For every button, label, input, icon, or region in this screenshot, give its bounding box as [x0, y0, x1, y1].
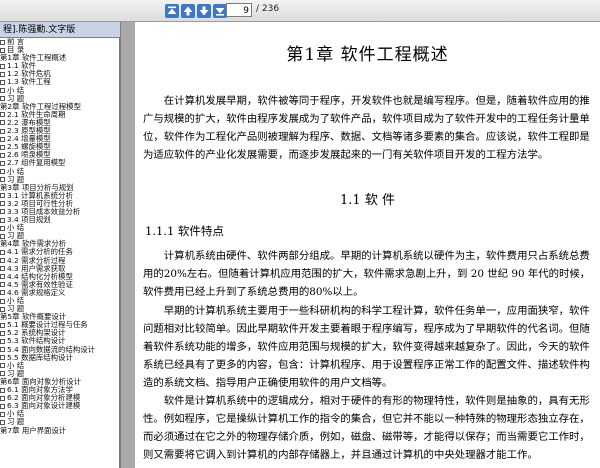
bookmark-node-icon	[0, 249, 5, 255]
bookmark-node-icon	[0, 47, 5, 53]
bookmark-node-icon	[0, 169, 5, 174]
bookmark-node-icon	[0, 387, 5, 393]
bookmark-node-icon	[0, 144, 5, 150]
bookmark-node-icon	[0, 63, 5, 69]
bookmark-node-icon	[0, 395, 5, 401]
bookmark-node-icon	[0, 338, 5, 344]
bookmark-node-icon	[0, 363, 5, 369]
bookmark-node-icon	[0, 152, 5, 158]
bookmark-node-icon	[0, 233, 5, 239]
chapter-title: 第1章 软件工程概述	[286, 45, 449, 65]
bookmark-node-icon	[0, 136, 5, 142]
bookmark-node-icon	[0, 355, 5, 361]
bookmark-node-icon	[0, 306, 5, 312]
bookmark-node-icon	[0, 209, 5, 215]
toc-item-label: 第7章 用户界面设计	[0, 425, 67, 435]
body-paragraph-2: 早期的计算机系统主要用于一些科研机构的科学工程计算，软件任务单一，应用面狭窄，软…	[143, 305, 590, 389]
toc-item[interactable]: 第7章 用户界面设计	[0, 425, 119, 435]
document-page: 第1章 软件工程概述 在计算机发展早期，软件被等同于程序，开发软件也就是编写程序…	[135, 22, 600, 468]
bookmark-node-icon	[0, 160, 5, 166]
bookmark-node-icon	[0, 128, 5, 134]
bookmark-node-icon	[0, 225, 5, 231]
bookmark-node-icon	[0, 201, 5, 207]
first-page-icon[interactable]	[164, 3, 180, 19]
bookmark-node-icon	[0, 290, 5, 296]
bookmark-node-icon	[0, 330, 5, 336]
bookmark-node-icon	[0, 71, 5, 77]
previous-page-icon[interactable]	[180, 3, 196, 19]
page-number-input[interactable]: 9	[226, 3, 252, 17]
bookmark-node-icon	[0, 120, 5, 126]
bookmark-node-icon	[0, 298, 5, 304]
bookmark-node-icon	[0, 419, 5, 425]
bookmark-node-icon	[0, 177, 5, 183]
intro-paragraph: 在计算机发展早期，软件被等同于程序，开发软件也就是编写程序。但是，随着软件应用的…	[143, 95, 590, 161]
viewer-toolbar: 9 / 236	[0, 0, 600, 22]
bookmark-node-icon	[0, 282, 5, 288]
section-title: 1.1 软 件	[340, 193, 395, 208]
page-gutter	[121, 22, 135, 468]
bookmark-node-icon	[0, 274, 5, 280]
next-page-icon[interactable]	[196, 3, 212, 19]
bookmark-node-icon	[0, 112, 5, 118]
body-paragraph-3: 软件是计算机系统中的逻辑成分，相对于硬件的有形的物理特性，软件则是抽象的，具有无…	[143, 395, 590, 461]
bookmark-node-icon	[0, 347, 5, 353]
subsection-title: 1.1.1 软件特点	[145, 224, 224, 238]
body-paragraph-1: 计算机系统由硬件、软件两部分组成。早期的计算机系统以硬件为主，软件费用只占系统总…	[143, 250, 591, 298]
bookmark-sidebar: 前 言目 录第1章 软件工程概述 1.1 软件 1.2 软件危机 1.3 软件工程小 …	[0, 38, 121, 468]
document-tab[interactable]: 程].陈强勤.文字版	[0, 22, 121, 38]
bookmark-node-icon	[0, 96, 5, 102]
bookmark-node-icon	[0, 403, 5, 409]
bookmark-node-icon	[0, 411, 5, 417]
bookmark-node-icon	[0, 217, 5, 223]
bookmark-node-icon	[0, 266, 5, 272]
bookmark-node-icon	[0, 371, 5, 377]
bookmark-node-icon	[0, 39, 5, 45]
bookmark-node-icon	[0, 88, 5, 94]
bookmark-node-icon	[0, 322, 5, 328]
page-total-label: / 236	[256, 4, 280, 14]
bookmark-node-icon	[0, 258, 5, 264]
bookmark-node-icon	[0, 193, 5, 199]
bookmark-node-icon	[0, 79, 5, 85]
toc-list: 前 言目 录第1章 软件工程概述 1.1 软件 1.2 软件危机 1.3 软件工程小 …	[0, 38, 119, 435]
